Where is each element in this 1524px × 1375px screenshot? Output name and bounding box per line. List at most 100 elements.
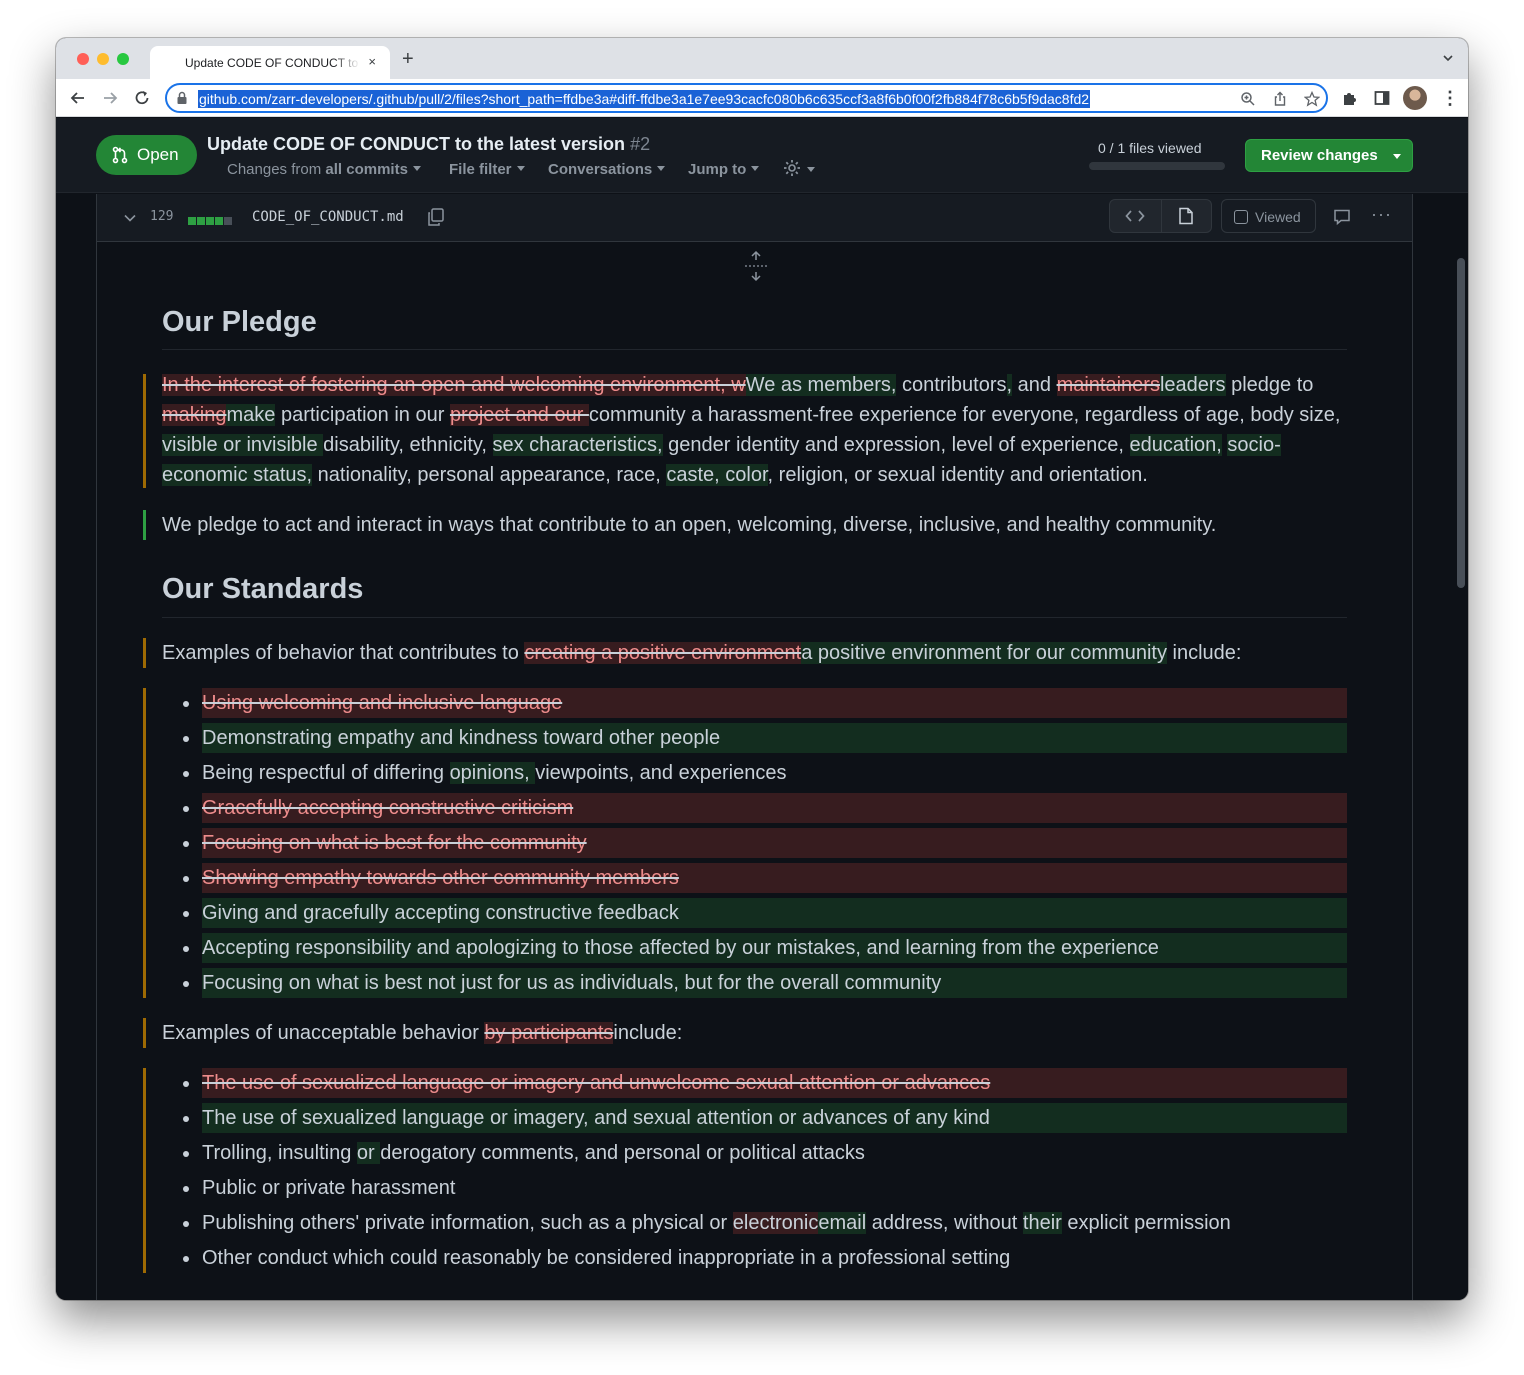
changes-from-dropdown[interactable]: Changes from all commits	[227, 161, 421, 178]
text-segment: disability, ethnicity,	[323, 434, 493, 456]
list-item: Demonstrating empathy and kindness towar…	[183, 723, 1347, 753]
side-panel-icon[interactable]	[1373, 89, 1391, 107]
list-item-text: The use of sexualized language or imager…	[202, 1107, 990, 1129]
text-segment: participation in our	[275, 404, 450, 426]
text-segment: Giving and gracefully accepting construc…	[202, 902, 679, 924]
added-block-bar	[143, 510, 146, 540]
tab-close-icon[interactable]: ×	[368, 54, 376, 69]
pr-title[interactable]: Update CODE OF CONDUCT to the latest ver…	[207, 134, 650, 155]
deleted-text: maintainers	[1056, 374, 1160, 396]
inserted-text: a positive environment for our community	[801, 642, 1167, 664]
copy-icon[interactable]	[426, 207, 446, 227]
list-item: Other conduct which could reasonably be …	[183, 1243, 1347, 1273]
gear-icon	[784, 160, 800, 176]
diff-settings-dropdown[interactable]	[782, 158, 815, 182]
inserted-text: sex characteristics,	[492, 434, 663, 456]
toggle-divider	[1161, 200, 1162, 232]
text-segment: address, without	[866, 1212, 1023, 1234]
zoom-icon[interactable]	[1240, 91, 1256, 107]
text-segment: Focusing on what is best not just for us…	[202, 972, 942, 994]
file-header: 129 CODE_OF_CONDUCT.md Viewed ···	[97, 194, 1412, 242]
address-bar[interactable]: github.com/zarr-developers/.github/pull/…	[165, 83, 1328, 113]
browser-tab[interactable]: Update CODE OF CONDUCT to the latest ver…	[150, 46, 390, 79]
github-page: Open Update CODE OF CONDUCT to the lates…	[56, 118, 1468, 1300]
list-item: Showing empathy towards other community …	[183, 863, 1347, 893]
text-segment: include:	[1166, 642, 1242, 664]
page-scrollbar[interactable]	[1457, 258, 1465, 588]
code-icon[interactable]	[1125, 208, 1145, 224]
list-item: The use of sexualized language or imager…	[183, 1068, 1347, 1098]
viewed-label: Viewed	[1255, 209, 1301, 225]
more-options-icon[interactable]: ···	[1371, 204, 1392, 225]
list-item: Gracefully accepting constructive critic…	[183, 793, 1347, 823]
text-segment: derogatory comments, and personal or pol…	[380, 1142, 865, 1164]
close-window-button[interactable]	[77, 53, 89, 65]
file-name[interactable]: CODE_OF_CONDUCT.md	[252, 209, 404, 225]
deleted-text: In the interest of fostering an open and…	[162, 374, 746, 396]
list-item-text: Focusing on what is best for the communi…	[202, 832, 587, 854]
profile-avatar[interactable]	[1403, 86, 1427, 110]
changes-from-value: all commits	[325, 161, 408, 178]
diffstat-added-block	[188, 217, 196, 225]
lock-icon[interactable]	[176, 91, 188, 105]
checkbox-box[interactable]	[1234, 210, 1248, 224]
heading-our-pledge: Our Pledge	[162, 306, 317, 338]
text-segment: Public or private harassment	[202, 1177, 456, 1199]
inserted-text: make	[226, 404, 276, 426]
text-segment: , religion, or sexual identity and orien…	[767, 464, 1148, 486]
list-item: Focusing on what is best not just for us…	[183, 968, 1347, 998]
browser-menu-icon[interactable]: ⋮	[1441, 88, 1459, 109]
deleted-text: electronic	[732, 1212, 819, 1234]
browser-window: Update CODE OF CONDUCT to the latest ver…	[56, 38, 1468, 1300]
text-segment: nationality, personal appearance, race,	[312, 464, 667, 486]
changed-block-bar	[143, 1018, 146, 1048]
viewed-checkbox[interactable]: Viewed	[1221, 199, 1316, 233]
changed-block-bar	[143, 1068, 146, 1273]
diffstat-blocks	[188, 212, 233, 230]
maximize-window-button[interactable]	[117, 53, 129, 65]
diffstat-neutral-block	[224, 217, 232, 225]
list-item-text: Publishing others' private information, …	[202, 1212, 1231, 1234]
jump-to-dropdown[interactable]: Jump to	[688, 161, 760, 178]
pr-state-label: Open	[137, 145, 179, 164]
text-segment: pledge to	[1225, 374, 1314, 396]
extensions-puzzle-icon[interactable]	[1341, 89, 1359, 107]
text-segment: viewpoints, and experiences	[535, 762, 787, 784]
changed-block-bar	[143, 688, 146, 998]
text-segment: include:	[613, 1022, 683, 1044]
url-text[interactable]: github.com/zarr-developers/.github/pull/…	[198, 90, 1091, 108]
chevron-down-icon[interactable]	[123, 211, 137, 225]
tab-list-chevron-icon[interactable]	[1442, 52, 1454, 64]
back-icon[interactable]	[68, 88, 88, 108]
file-filter-dropdown[interactable]: File filter	[449, 161, 525, 178]
tab-bar: Update CODE OF CONDUCT to the latest ver…	[56, 38, 1468, 79]
text-segment: Trolling, insulting	[202, 1142, 357, 1164]
list-item-text: Giving and gracefully accepting construc…	[202, 902, 679, 924]
text-segment: Publishing others' private information, …	[202, 1212, 733, 1234]
list-item: Focusing on what is best for the communi…	[183, 828, 1347, 858]
comment-icon[interactable]	[1333, 208, 1351, 226]
conversations-dropdown[interactable]: Conversations	[548, 161, 666, 178]
deleted-text: creating a positive environment	[524, 642, 802, 664]
pr-title-text[interactable]: Update CODE OF CONDUCT to the latest ver…	[207, 134, 625, 154]
new-tab-button[interactable]: +	[402, 49, 414, 69]
changed-block-bar	[143, 638, 146, 668]
bookmark-star-icon[interactable]	[1304, 91, 1320, 107]
unacceptable-intro: Examples of unacceptable behavior by par…	[162, 1018, 1347, 1048]
text-segment: The use of sexualized language or imager…	[202, 1107, 990, 1129]
caret-down-icon	[807, 167, 815, 172]
list-item-text: Being respectful of differing opinions, …	[202, 762, 786, 784]
list-item-text: Focusing on what is best not just for us…	[202, 972, 941, 994]
forward-icon[interactable]	[100, 88, 120, 108]
caret-down-icon	[1393, 154, 1401, 159]
expand-all-icon[interactable]	[743, 250, 769, 282]
list-item: Giving and gracefully accepting construc…	[183, 898, 1347, 928]
share-icon[interactable]	[1272, 91, 1288, 107]
review-changes-button[interactable]: Review changes	[1245, 139, 1413, 172]
text-segment: gender identity and expression, level of…	[662, 434, 1130, 456]
jump-to-label: Jump to	[688, 161, 747, 178]
text-segment: and	[1012, 374, 1057, 396]
minimize-window-button[interactable]	[97, 53, 109, 65]
reload-icon[interactable]	[132, 88, 152, 108]
rich-diff-file-icon[interactable]	[1178, 207, 1194, 225]
